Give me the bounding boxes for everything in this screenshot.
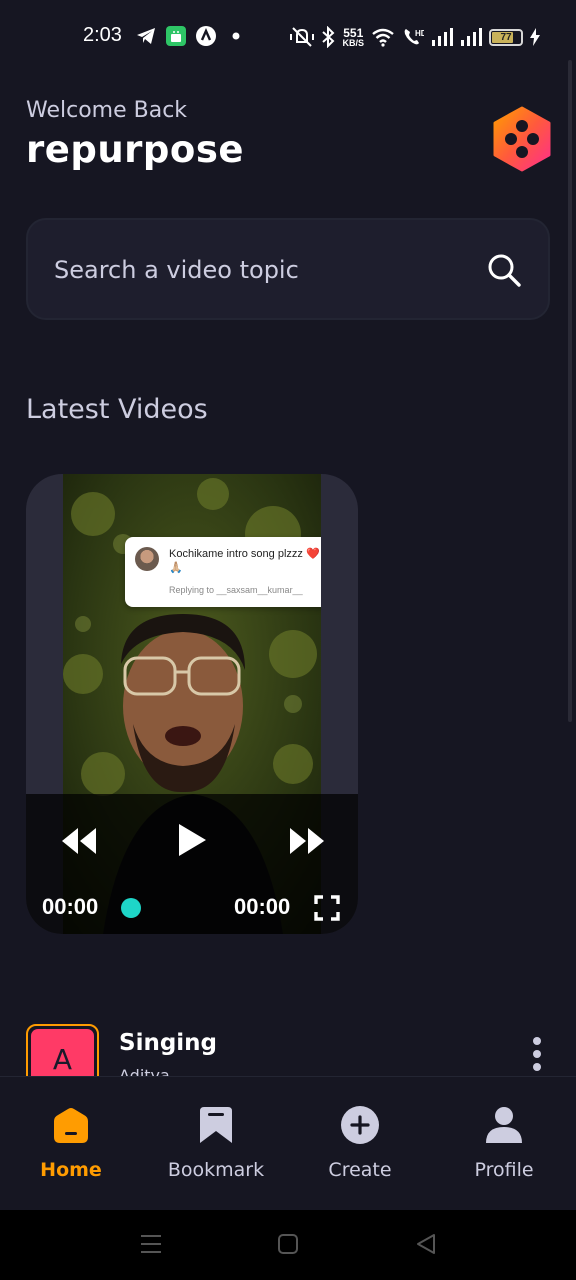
status-left-icons	[136, 24, 246, 48]
battery-icon: 77	[489, 28, 523, 46]
home-icon	[54, 1108, 88, 1143]
system-nav-bar	[0, 1210, 576, 1280]
mute-vibrate-icon	[290, 27, 315, 47]
latest-videos-title: Latest Videos	[26, 394, 208, 425]
seek-thumb[interactable]	[121, 898, 141, 918]
reply-text: Kochikame intro song plzzz ❤️🙏🏼	[169, 548, 320, 574]
telegram-icon	[137, 28, 155, 44]
home-button-icon[interactable]	[276, 1232, 300, 1256]
bottom-nav: Home Bookmark Create Profile	[0, 1076, 576, 1210]
reply-subtext: Replying to __saxsam__kumar__	[169, 585, 303, 595]
item-title: Singing	[119, 1030, 218, 1056]
welcome-text: Welcome Back	[26, 98, 188, 123]
status-right-icons: 551 KB/S HD 77	[290, 24, 540, 50]
video-controls: 00:00 00:00	[26, 794, 358, 934]
profile-icon	[486, 1107, 522, 1143]
bluetooth-icon	[322, 26, 335, 48]
search-input[interactable]	[54, 250, 474, 290]
volte-icon: HD	[404, 29, 424, 45]
search-icon[interactable]	[486, 252, 522, 288]
more-vertical-icon[interactable]	[532, 1036, 542, 1072]
net-speed-value: 551	[343, 25, 364, 40]
avatar	[135, 547, 159, 571]
android-app-icon	[166, 26, 186, 46]
charging-icon	[530, 28, 540, 46]
tab-profile[interactable]: Profile	[439, 1105, 569, 1195]
signal-icon	[432, 28, 453, 46]
tab-bookmark-label: Bookmark	[167, 1159, 265, 1181]
video-card[interactable]: Kochikame intro song plzzz ❤️🙏🏼 Replying…	[26, 474, 358, 934]
create-icon	[341, 1106, 379, 1144]
reply-sticker: Kochikame intro song plzzz ❤️🙏🏼 Replying…	[125, 537, 321, 607]
app-logo-icon[interactable]	[492, 106, 552, 172]
play-icon[interactable]	[176, 822, 208, 858]
rewind-icon[interactable]	[60, 826, 98, 856]
fast-forward-icon[interactable]	[288, 826, 326, 856]
wifi-icon	[372, 28, 394, 47]
tab-bookmark[interactable]: Bookmark	[151, 1105, 281, 1195]
battery-level: 77	[500, 31, 512, 43]
tab-home-label: Home	[40, 1159, 102, 1181]
username: repurpose	[26, 128, 244, 171]
net-speed-unit: KB/S	[342, 37, 364, 48]
signal-icon	[461, 28, 482, 46]
back-icon[interactable]	[414, 1232, 438, 1256]
recents-icon[interactable]	[139, 1232, 163, 1256]
dot-icon	[232, 32, 240, 40]
scroll-indicator[interactable]	[568, 60, 572, 722]
net-speed: 551 KB/S	[342, 27, 364, 48]
svg-text:HD: HD	[415, 29, 424, 38]
tab-home[interactable]: Home	[6, 1105, 136, 1195]
app-screen: 2:03 551 KB/S HD 77 Welcome Back repurpo…	[0, 0, 576, 1280]
search-box[interactable]	[26, 218, 550, 320]
duration: 00:00	[234, 894, 291, 919]
tab-create-label: Create	[328, 1159, 392, 1181]
list-item[interactable]: A Singing Aditya	[26, 1024, 550, 1097]
tab-profile-label: Profile	[474, 1159, 534, 1181]
tab-create[interactable]: Create	[295, 1105, 425, 1195]
status-time: 2:03	[83, 24, 122, 46]
fullscreen-icon[interactable]	[314, 895, 340, 921]
app-circle-icon	[196, 26, 216, 46]
status-bar: 2:03 551 KB/S HD 77	[0, 0, 576, 72]
bookmark-icon	[200, 1107, 232, 1143]
current-time: 00:00	[42, 894, 99, 919]
